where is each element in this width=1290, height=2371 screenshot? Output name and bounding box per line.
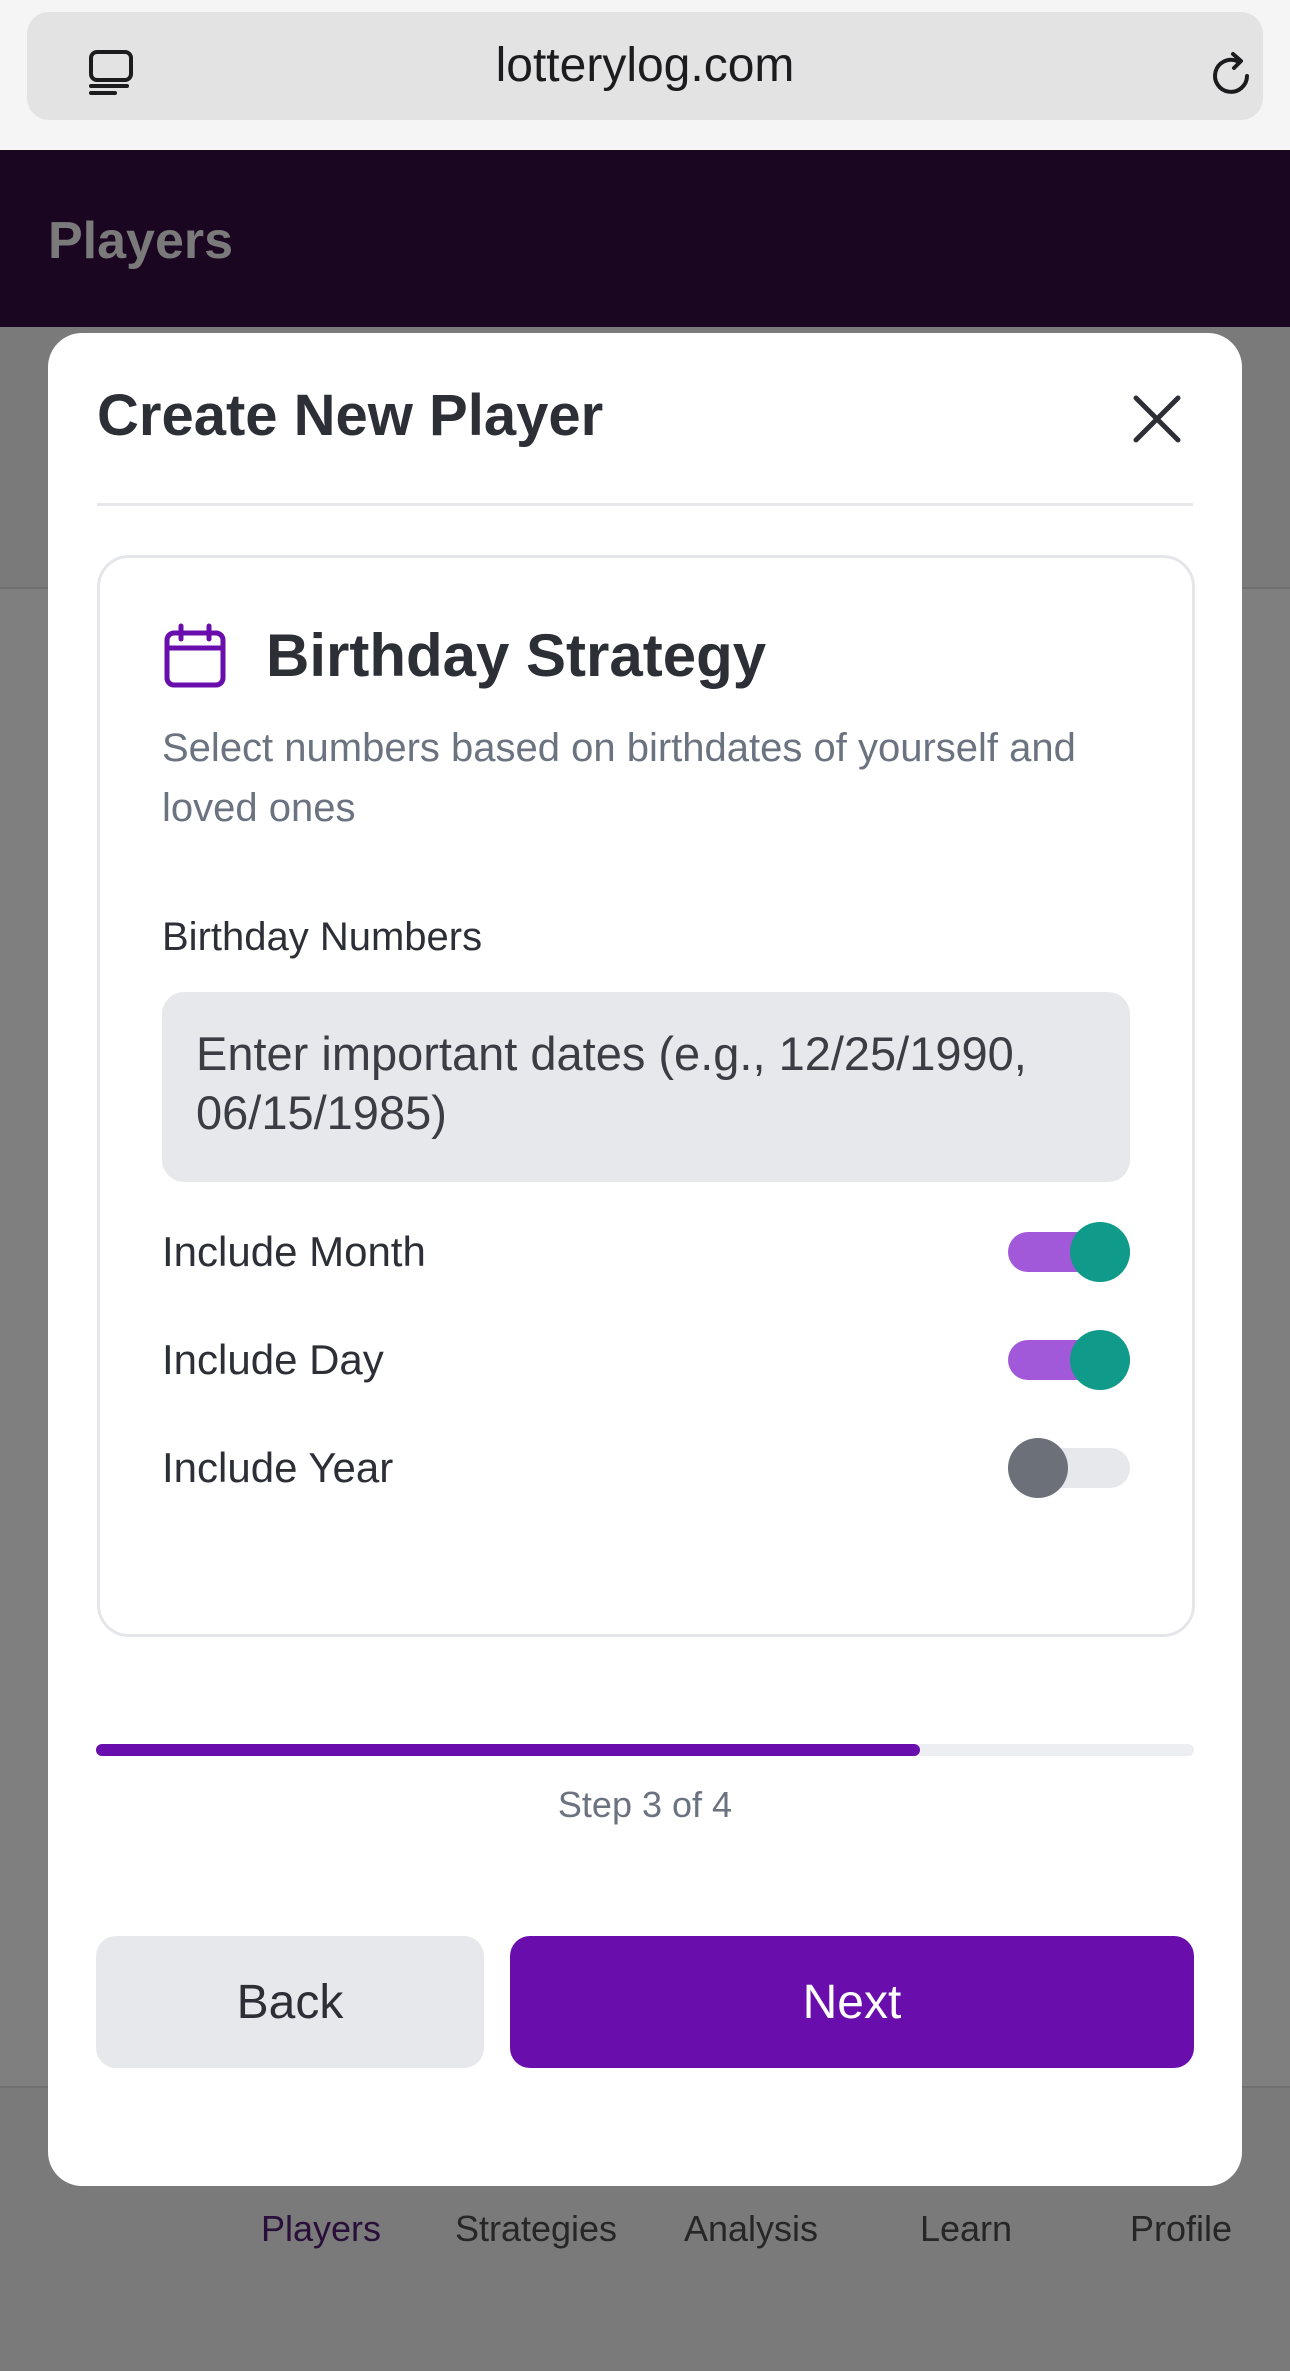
next-button[interactable]: Next — [510, 1936, 1194, 2068]
include-day-toggle[interactable] — [1008, 1328, 1130, 1392]
nav-item-learn[interactable]: Learn — [856, 2208, 1076, 2250]
toggle-label-month: Include Month — [162, 1228, 426, 1275]
toggle-label-day: Include Day — [162, 1336, 384, 1383]
calendar-icon — [164, 623, 226, 688]
close-icon[interactable] — [1128, 390, 1186, 448]
nav-label-strategies: Strategies — [454, 2208, 618, 2249]
step-indicator: Step 3 of 4 — [557, 1784, 733, 1825]
dates-input[interactable] — [162, 992, 1130, 1182]
reload-icon[interactable] — [1207, 50, 1257, 100]
toggle-row-day: Include Day — [162, 1328, 1130, 1392]
toggle-label-year: Include Year — [162, 1444, 394, 1491]
back-button[interactable]: Back — [96, 1936, 484, 2068]
create-player-modal: Create New Player Birthday Strategy Sele… — [48, 333, 1242, 2186]
toggle-knob — [1070, 1222, 1130, 1282]
toggle-row-month: Include Month — [162, 1220, 1130, 1284]
address-bar[interactable]: lotterylog.com — [27, 12, 1263, 120]
birthday-numbers-label: Birthday Numbers — [162, 915, 483, 959]
nav-item-analysis[interactable]: Analysis — [641, 2208, 861, 2250]
nav-item-profile[interactable]: Profile — [1071, 2208, 1290, 2250]
nav-label-learn: Learn — [919, 2208, 1013, 2249]
progress-fill — [96, 1744, 920, 1756]
toggle-knob — [1008, 1438, 1068, 1498]
nav-label-players: Players — [260, 2208, 382, 2249]
app-header: Players — [0, 150, 1290, 327]
include-year-toggle[interactable] — [1008, 1436, 1130, 1500]
toggle-knob — [1070, 1330, 1130, 1390]
modal-title: Create New Player — [97, 383, 604, 448]
progress-bar — [96, 1744, 1194, 1756]
include-month-toggle[interactable] — [1008, 1220, 1130, 1284]
nav-item-players[interactable]: Players — [211, 2208, 431, 2250]
browser-bar: lotterylog.com — [0, 0, 1290, 150]
nav-label-profile: Profile — [1129, 2208, 1233, 2249]
toggle-row-year: Include Year — [162, 1436, 1130, 1500]
modal-divider — [97, 503, 1193, 506]
strategy-card: Birthday Strategy Select numbers based o… — [97, 555, 1195, 1637]
strategy-description: Select numbers based on birthdates of yo… — [162, 726, 1076, 830]
url-text[interactable]: lotterylog.com — [27, 12, 1263, 120]
nav-label-analysis: Analysis — [683, 2208, 819, 2249]
page-title: Players — [48, 212, 234, 270]
nav-item-strategies[interactable]: Strategies — [426, 2208, 646, 2250]
strategy-title: Birthday Strategy — [266, 622, 767, 689]
